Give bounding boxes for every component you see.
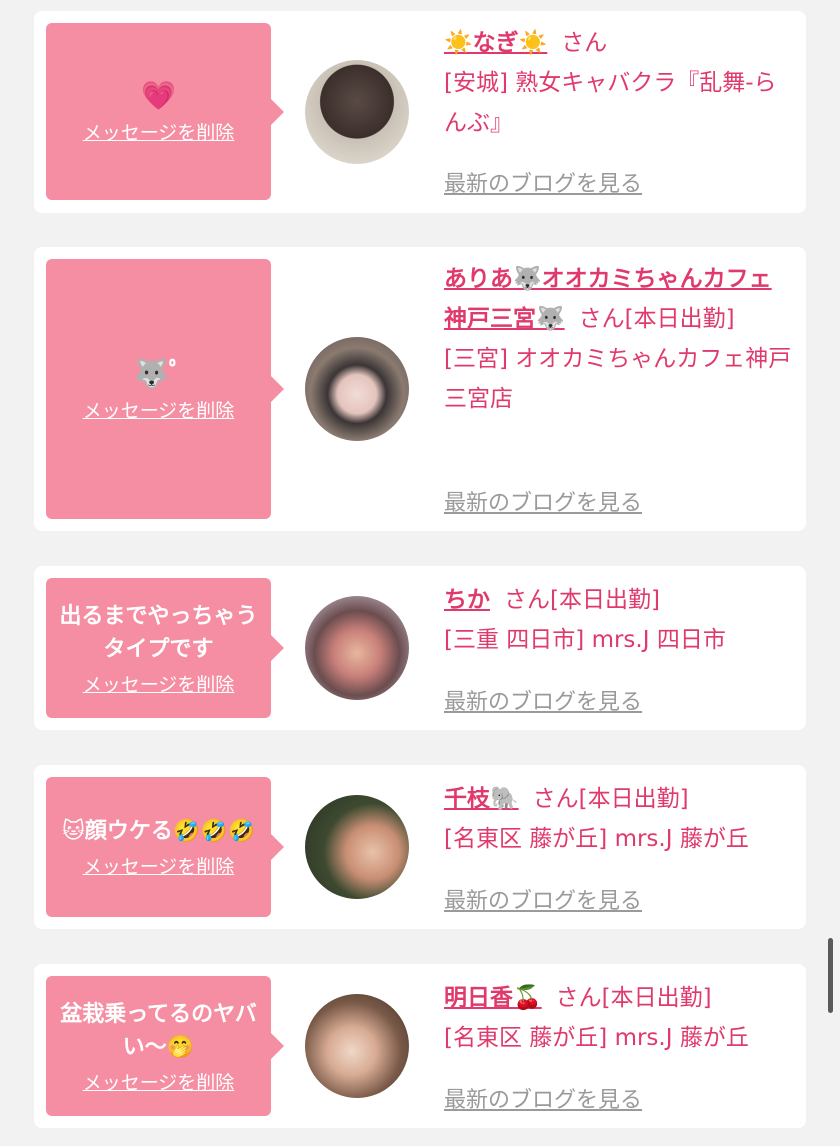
message-text: 出るまでやっちゃうタイプです	[59, 603, 258, 662]
san-label: さん	[578, 306, 625, 332]
latest-blog-link[interactable]: 最新のブログを見る	[444, 166, 642, 198]
message-text: 🐺ﾟ	[134, 356, 183, 390]
san-label: さん	[561, 30, 608, 56]
shop-name: [安城] 熟女キャバクラ『乱舞-らんぶ』	[444, 70, 777, 136]
message-text: 🐱顔ウケる🤣🤣🤣	[61, 819, 256, 844]
message-card: 出るまでやっちゃうタイプです メッセージを削除 ちか さん[本日出勤] [三重 四…	[34, 566, 806, 730]
cast-info: ちか さん[本日出勤] [三重 四日市] mrs.J 四日市	[444, 580, 794, 660]
message-card: 🐺ﾟ メッセージを削除 ありあ🐺オオカミちゃんカフェ神戸三宮🐺 さん[本日出勤] …	[34, 247, 806, 531]
work-status: [本日出勤]	[601, 985, 712, 1011]
delete-message-link[interactable]: メッセージを削除	[83, 670, 235, 697]
delete-message-link[interactable]: メッセージを削除	[83, 396, 235, 423]
message-card: 🐱顔ウケる🤣🤣🤣 メッセージを削除 千枝🐘 さん[本日出勤] [名東区 藤が丘] …	[34, 765, 806, 929]
cast-info: 明日香🍒 さん[本日出勤] [名東区 藤が丘] mrs.J 藤が丘	[444, 978, 794, 1058]
latest-blog-link[interactable]: 最新のブログを見る	[444, 1082, 642, 1114]
cast-name-link[interactable]: ☀️なぎ☀️	[444, 30, 547, 56]
message-text: 💗	[141, 79, 176, 112]
latest-blog-link[interactable]: 最新のブログを見る	[444, 684, 642, 716]
avatar[interactable]	[305, 994, 409, 1098]
message-card: 💗 メッセージを削除 ☀️なぎ☀️ さん [安城] 熟女キャバクラ『乱舞-らんぶ』…	[34, 11, 806, 213]
shop-name: [名東区 藤が丘] mrs.J 藤が丘	[444, 826, 749, 852]
message-bubble: 盆栽乗ってるのヤバい〜🤭 メッセージを削除	[46, 976, 284, 1116]
cast-info: 千枝🐘 さん[本日出勤] [名東区 藤が丘] mrs.J 藤が丘	[444, 779, 794, 859]
avatar[interactable]	[305, 795, 409, 899]
delete-message-link[interactable]: メッセージを削除	[83, 852, 235, 879]
message-bubble: 出るまでやっちゃうタイプです メッセージを削除	[46, 578, 284, 718]
message-bubble: 🐺ﾟ メッセージを削除	[46, 259, 284, 519]
scrollbar[interactable]	[828, 938, 833, 1013]
latest-blog-link[interactable]: 最新のブログを見る	[444, 485, 642, 517]
shop-name: [三重 四日市] mrs.J 四日市	[444, 627, 726, 653]
message-bubble: 🐱顔ウケる🤣🤣🤣 メッセージを削除	[46, 777, 284, 917]
avatar[interactable]	[305, 60, 409, 164]
work-status: [本日出勤]	[550, 587, 660, 613]
shop-name: [三宮] オオカミちゃんカフェ神戸三宮店	[444, 346, 792, 412]
cast-info: ☀️なぎ☀️ さん [安城] 熟女キャバクラ『乱舞-らんぶ』	[444, 23, 794, 143]
cast-info: ありあ🐺オオカミちゃんカフェ神戸三宮🐺 さん[本日出勤] [三宮] オオカミちゃん…	[444, 259, 794, 419]
shop-name: [名東区 藤が丘] mrs.J 藤が丘	[444, 1025, 749, 1051]
work-status: [本日出勤]	[578, 786, 689, 812]
avatar[interactable]	[305, 337, 409, 441]
message-bubble: 💗 メッセージを削除	[46, 23, 284, 200]
latest-blog-link[interactable]: 最新のブログを見る	[444, 883, 642, 915]
cast-name-link[interactable]: ちか	[444, 587, 490, 613]
san-label: さん	[532, 786, 579, 812]
avatar[interactable]	[305, 596, 409, 700]
message-card: 盆栽乗ってるのヤバい〜🤭 メッセージを削除 明日香🍒 さん[本日出勤] [名東区 …	[34, 964, 806, 1128]
work-status: [本日出勤]	[624, 306, 735, 332]
cast-name-link[interactable]: 明日香🍒	[444, 985, 542, 1011]
san-label: さん	[504, 587, 550, 613]
message-text: 盆栽乗ってるのヤバい〜🤭	[60, 1001, 257, 1060]
cast-name-link[interactable]: 千枝🐘	[444, 786, 519, 812]
delete-message-link[interactable]: メッセージを削除	[83, 118, 235, 145]
delete-message-link[interactable]: メッセージを削除	[83, 1068, 235, 1095]
san-label: さん	[555, 985, 602, 1011]
